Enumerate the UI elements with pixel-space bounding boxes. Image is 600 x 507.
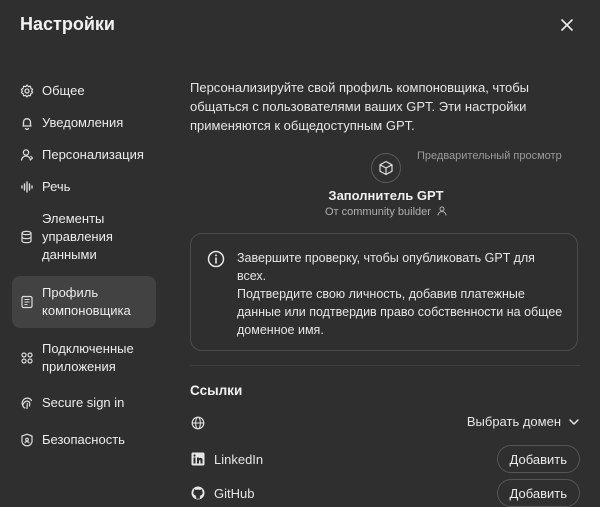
sidebar-item-speech[interactable]: Речь	[12, 172, 156, 202]
gear-icon	[20, 84, 34, 98]
github-icon	[190, 485, 206, 501]
sidebar-item-label: Элементы управления данными	[42, 211, 113, 262]
sidebar-item-label: Персонализация	[42, 147, 144, 162]
sidebar-item-label: Уведомления	[42, 115, 124, 130]
gpt-avatar	[371, 153, 401, 183]
sidebar-item-personalization[interactable]: Персонализация	[12, 140, 156, 170]
settings-sidebar: Общее Уведомления Персонализация Речь Эл…	[12, 76, 156, 455]
builder-profile-panel: Персонализируйте свой профиль компоновщи…	[190, 78, 582, 507]
shield-icon	[20, 433, 34, 447]
sidebar-item-security[interactable]: Безопасность	[12, 425, 156, 455]
bell-icon	[20, 116, 34, 130]
sidebar-item-notifications[interactable]: Уведомления	[12, 108, 156, 138]
linkedin-icon	[190, 451, 206, 467]
github-label: GitHub	[214, 485, 255, 501]
info-icon	[207, 250, 225, 268]
linkedin-label: LinkedIn	[214, 451, 264, 467]
domain-select[interactable]: Выбрать домен	[467, 414, 580, 429]
domain-row: Выбрать домен	[190, 409, 580, 437]
sidebar-item-connected-apps[interactable]: Подключенные приложения	[12, 334, 156, 382]
notice-line-1: Завершите проверку, чтобы опубликовать G…	[237, 251, 535, 283]
notice-line-2: Подтвердите свою личность, добавив плате…	[237, 287, 563, 337]
close-icon[interactable]	[561, 19, 573, 31]
notice-text: Завершите проверку, чтобы опубликовать G…	[237, 249, 567, 339]
waveform-icon	[20, 180, 34, 194]
fingerprint-icon	[20, 396, 34, 410]
sidebar-item-builder-profile[interactable]: Профиль компоновщика	[12, 276, 156, 328]
domain-select-label: Выбрать домен	[466, 414, 561, 429]
apps-icon	[20, 351, 34, 365]
add-linkedin-button[interactable]: Добавить	[496, 445, 580, 473]
sidebar-item-secure-sign-in[interactable]: Secure sign in	[12, 388, 156, 418]
sidebar-item-general[interactable]: Общее	[12, 76, 156, 106]
database-icon	[20, 230, 34, 244]
gpt-name: Заполнитель GPT	[328, 188, 444, 203]
id-card-icon	[20, 295, 34, 309]
sidebar-item-label: Профиль компоновщика	[42, 285, 131, 318]
add-github-button[interactable]: Добавить	[496, 479, 580, 507]
person-icon	[437, 206, 447, 216]
sidebar-item-label: Подключенные приложения	[42, 341, 134, 374]
links-heading: Ссылки	[190, 383, 243, 398]
linkedin-row: LinkedIn Добавить	[190, 445, 580, 473]
github-row: GitHub Добавить	[190, 479, 580, 507]
sidebar-item-label: Речь	[42, 179, 71, 194]
sidebar-item-label: Общее	[42, 83, 85, 98]
sidebar-item-data-controls[interactable]: Элементы управления данными	[12, 204, 156, 270]
gpt-author: От community builder	[190, 206, 582, 218]
gpt-author-text: От community builder	[325, 206, 431, 218]
intro-text: Персонализируйте свой профиль компоновщи…	[190, 80, 530, 133]
close-button[interactable]	[556, 14, 578, 36]
person-icon	[20, 148, 34, 162]
globe-icon	[190, 415, 206, 431]
cube-icon	[379, 160, 393, 176]
sidebar-item-label: Безопасность	[42, 432, 125, 447]
sidebar-item-label: Secure sign in	[42, 395, 125, 410]
preview-label: Предварительный просмотр	[417, 150, 562, 162]
dialog-title: Настройки	[20, 14, 115, 34]
chevron-down-icon	[569, 418, 579, 425]
verification-notice: Завершите проверку, чтобы опубликовать G…	[190, 233, 578, 351]
dialog-header: Настройки	[0, 0, 600, 50]
section-divider	[190, 365, 580, 366]
